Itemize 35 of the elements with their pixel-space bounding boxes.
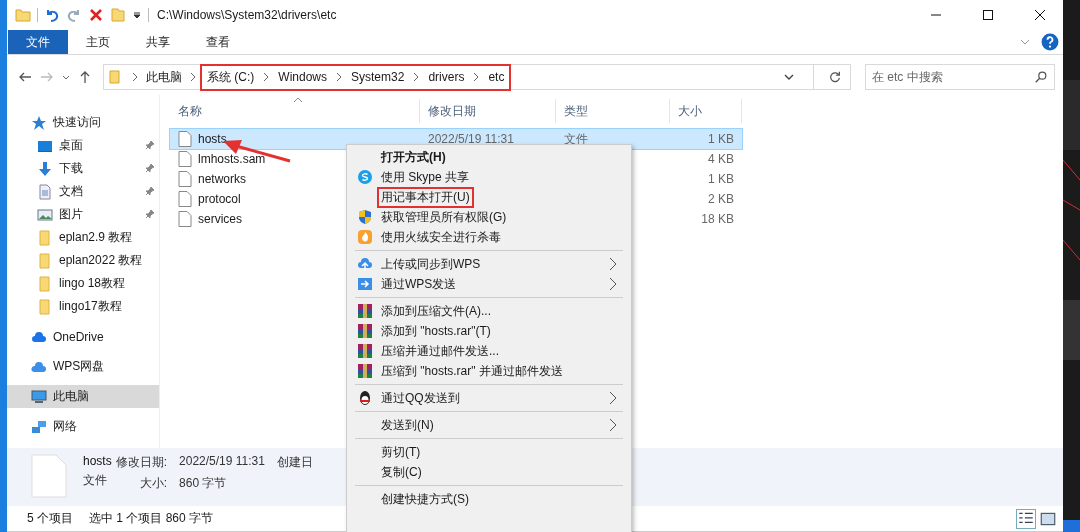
file-size: 2 KB [708, 192, 734, 206]
detail-label: 修改日期: [115, 454, 168, 471]
file-name: services [198, 212, 242, 226]
file-type: 文件 [83, 472, 108, 489]
file-name: lmhosts.sam [198, 152, 266, 166]
sidebar-label: 文档 [59, 183, 83, 200]
file-name: protocol [198, 192, 241, 206]
sidebar-label: eplan2022 教程 [59, 252, 143, 269]
sidebar-label: WPS网盘 [53, 358, 105, 375]
file-type: 文件 [564, 130, 588, 148]
file-size: 1 KB [708, 172, 734, 186]
window-title: C:\Windows\System32\drivers\etc [157, 8, 337, 22]
sidebar-label: OneDrive [53, 329, 104, 344]
status-text: 5 个项目 [27, 510, 73, 527]
sidebar-label: 网络 [53, 418, 77, 435]
sidebar-label: 桌面 [59, 137, 83, 154]
sidebar-label: 图片 [59, 206, 83, 223]
file-size: 4 KB [708, 152, 734, 166]
detail-label: 大小: [138, 475, 168, 492]
detail-label: 创建日 [276, 454, 313, 471]
sidebar-label: lingo17教程 [59, 298, 122, 315]
sidebar-label: 此电脑 [53, 388, 89, 405]
file-name: hosts [83, 454, 112, 468]
sidebar-label: eplan2.9 教程 [59, 229, 133, 246]
file-name: networks [198, 172, 247, 186]
sidebar-label: lingo 18教程 [59, 275, 126, 292]
sidebar-label: 快速访问 [53, 114, 101, 131]
file-date: 2022/5/19 11:31 [428, 132, 514, 146]
file-name: hosts [198, 132, 227, 146]
status-text: 选中 1 个项目 860 字节 [89, 510, 214, 527]
file-size: 18 KB [701, 212, 734, 226]
sidebar-label: 下载 [59, 160, 83, 177]
file-size: 1 KB [708, 132, 734, 146]
detail-value: 860 字节 [179, 475, 228, 492]
detail-value: 2022/5/19 11:31 [179, 454, 265, 470]
